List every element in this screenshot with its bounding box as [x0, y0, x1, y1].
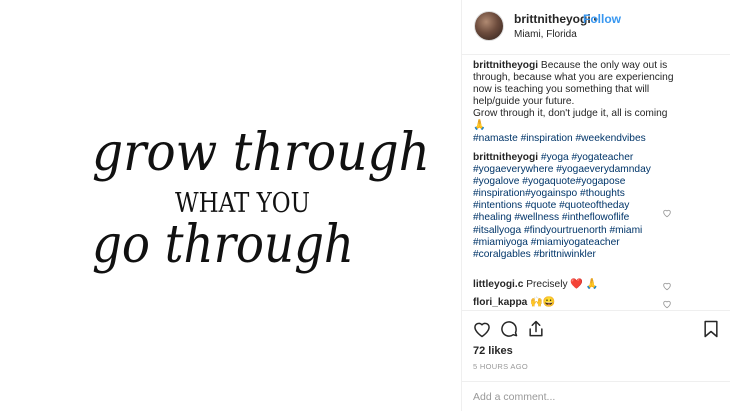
hashtag-line[interactable]: #yogalove #yogaquote#yogapose	[473, 176, 625, 187]
quote-line-1: grow through	[92, 123, 430, 183]
likes-count[interactable]: 72 likes	[473, 345, 513, 357]
location-link[interactable]: Miami, Florida	[514, 29, 577, 40]
comment-row: littleyogi.c Precisely ❤️ 🙏	[473, 279, 599, 290]
hashtag-comment: brittnitheyogi #yoga #yogateacher #yogae…	[473, 152, 705, 261]
quote-line-3: go through	[92, 215, 354, 275]
post-actions: 72 likes 5 HOURS AGO	[462, 310, 730, 411]
comment-row: flori_kappa 🙌😀	[473, 297, 556, 308]
caption-line: now is teaching you something that will	[473, 84, 650, 96]
header-username-text[interactable]: brittnitheyogi	[514, 12, 591, 26]
hashtag-line[interactable]: #healing #wellness #intheflowoflife	[473, 212, 629, 223]
caption-username[interactable]: brittnitheyogi	[473, 60, 538, 71]
comment-input[interactable]	[473, 391, 713, 403]
follow-button[interactable]: Follow	[583, 12, 621, 26]
comment-username[interactable]: flori_kappa	[473, 297, 527, 308]
share-icon[interactable]	[526, 319, 546, 339]
caption-line: help/guide your future.	[473, 96, 575, 108]
hashtag-line[interactable]: #inspiration#yogainspo #thoughts	[473, 188, 625, 199]
caption-line: Because the only way out is	[538, 60, 668, 71]
hashtag-line[interactable]: #miamiyoga #miamiyogateacher	[473, 237, 620, 248]
hashtag-line[interactable]: #yogaeverywhere #yogaeverydamnday	[473, 164, 651, 175]
comment-icon[interactable]	[499, 319, 519, 339]
caption-hashtags[interactable]: #namaste #inspiration #weekendvibes	[473, 133, 646, 144]
comment-username[interactable]: littleyogi.c	[473, 279, 523, 290]
caption: brittnitheyogi Because the only way out …	[473, 60, 705, 145]
hashtag-line[interactable]: #intentions #quote #quoteoftheday	[473, 200, 629, 211]
heart-icon[interactable]	[472, 319, 492, 339]
quote-artwork: grow through WHAT YOU go through	[92, 123, 430, 275]
comment-text: 🙌😀	[527, 297, 556, 308]
like-comment-heart-icon[interactable]	[662, 208, 672, 218]
comments-section[interactable]: brittnitheyogi Because the only way out …	[462, 60, 730, 310]
hashtag-line[interactable]: #coralgables #brittniwinkler	[473, 249, 596, 260]
avatar[interactable]	[474, 11, 504, 41]
comment-username[interactable]: brittnitheyogi	[473, 152, 538, 163]
post-image[interactable]: grow through WHAT YOU go through	[0, 0, 461, 411]
post-side-panel: brittnitheyogi • Follow Miami, Florida br…	[461, 0, 730, 411]
like-comment-heart-icon[interactable]	[662, 299, 672, 309]
caption-line: 🙏	[473, 120, 486, 132]
post-header: brittnitheyogi • Follow Miami, Florida	[462, 0, 730, 55]
hashtag-line[interactable]: #itsallyoga #findyourtruenorth #miami	[473, 225, 642, 236]
like-comment-heart-icon[interactable]	[662, 281, 672, 291]
post-timestamp[interactable]: 5 HOURS AGO	[473, 362, 528, 371]
bookmark-icon[interactable]	[701, 319, 721, 339]
comment-text: Precisely ❤️ 🙏	[523, 279, 599, 290]
hashtag-line[interactable]: #yoga #yogateacher	[538, 152, 633, 163]
caption-line: Grow through it, don't judge it, all is …	[473, 108, 668, 120]
caption-line: through, because what you are experienci…	[473, 72, 674, 84]
add-comment-bar	[462, 381, 730, 411]
